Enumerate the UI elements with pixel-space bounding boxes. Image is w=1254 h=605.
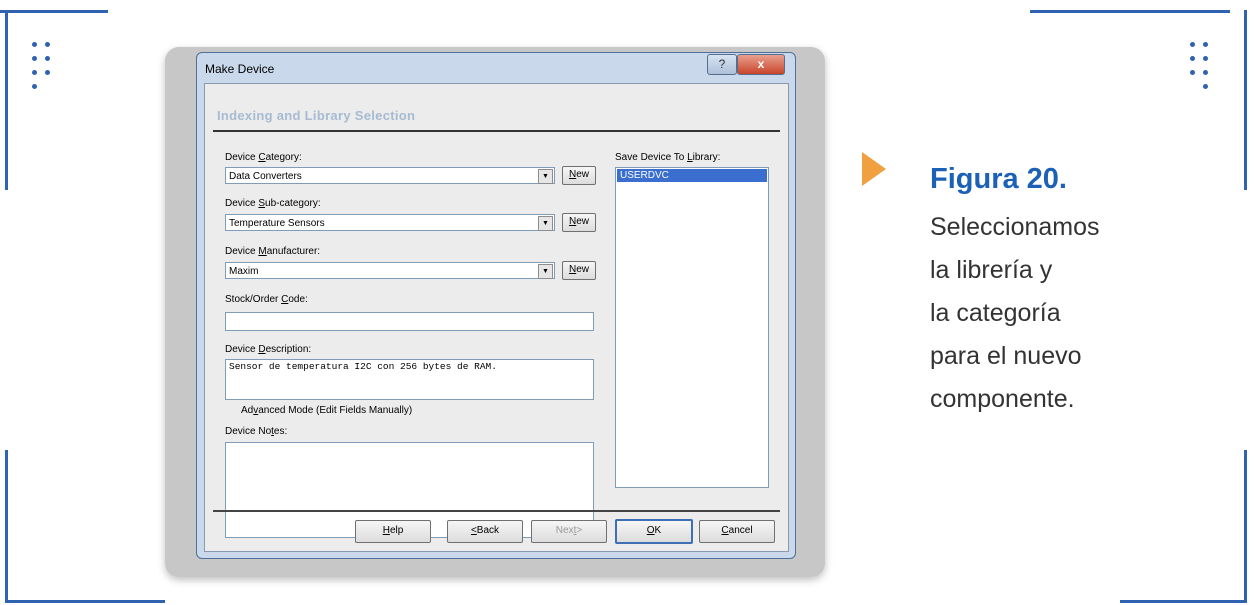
caption-line: para el nuevo [930, 342, 1082, 370]
library-list[interactable]: USERDVC [615, 167, 769, 488]
device-category-label: Device Category: [225, 152, 302, 163]
device-subcategory-label: Device Sub-category: [225, 198, 321, 209]
device-category-select[interactable]: Data Converters ▼ [225, 167, 555, 184]
save-library-label: Save Device To Library: [615, 152, 721, 163]
caption-title: Figura 20. [930, 163, 1067, 195]
new-manufacturer-button[interactable]: New [562, 261, 596, 280]
make-device-dialog: Make Device ? x Indexing and Library Sel… [196, 52, 796, 559]
frame-bottom-right-line [1120, 600, 1247, 603]
chevron-down-icon[interactable]: ▼ [538, 169, 553, 184]
frame-left-lower-line [5, 450, 8, 600]
title-bar: Make Device ? x [197, 53, 795, 83]
close-icon: x [757, 57, 765, 71]
stock-code-label: Stock/Order Code: [225, 294, 308, 305]
help-button[interactable]: Help [355, 520, 431, 543]
device-description-label: Device Description: [225, 344, 312, 355]
next-button[interactable]: Next> [531, 520, 607, 543]
ok-button[interactable]: OK [615, 519, 693, 544]
close-button[interactable]: x [737, 54, 785, 75]
device-category-value: Data Converters [229, 171, 302, 182]
advanced-mode-label[interactable]: Advanced Mode (Edit Fields Manually) [241, 405, 412, 416]
frame-right-upper-line [1244, 10, 1247, 190]
back-button[interactable]: <Back [447, 520, 523, 543]
dialog-client-area: Indexing and Library Selection Device Ca… [204, 83, 789, 552]
question-icon: ? [718, 57, 726, 71]
device-manufacturer-select[interactable]: Maxim ▼ [225, 262, 555, 279]
chevron-down-icon[interactable]: ▼ [538, 264, 553, 279]
device-subcategory-value: Temperature Sensors [229, 218, 325, 229]
library-list-item[interactable]: USERDVC [617, 169, 767, 182]
frame-bottom-left-line [5, 600, 165, 603]
device-subcategory-select[interactable]: Temperature Sensors ▼ [225, 214, 555, 231]
chevron-down-icon[interactable]: ▼ [538, 216, 553, 231]
frame-right-lower-line [1244, 450, 1247, 600]
frame-top-right-line [1030, 10, 1230, 13]
caption-line: la librería y [930, 256, 1053, 284]
section-heading: Indexing and Library Selection [217, 108, 416, 123]
help-title-button[interactable]: ? [707, 54, 737, 75]
window-title: Make Device [205, 62, 275, 76]
cancel-button[interactable]: Cancel [699, 520, 775, 543]
caption-line: Seleccionamos [930, 213, 1100, 241]
new-subcategory-button[interactable]: New [562, 213, 596, 232]
device-description-textarea[interactable]: Sensor de temperatura I2C con 256 bytes … [225, 359, 594, 400]
device-manufacturer-value: Maxim [229, 266, 259, 277]
device-notes-label: Device Notes: [225, 426, 288, 437]
frame-left-upper-line [5, 10, 8, 190]
new-category-button[interactable]: New [562, 166, 596, 185]
frame-top-left-line [0, 10, 108, 13]
heading-divider [213, 130, 780, 132]
caption-line: componente. [930, 385, 1075, 413]
footer-divider [213, 510, 780, 512]
caption-line: la categoría [930, 299, 1061, 327]
caption-arrow-icon [862, 152, 886, 186]
stock-code-input[interactable] [225, 312, 594, 331]
device-manufacturer-label: Device Manufacturer: [225, 246, 321, 257]
